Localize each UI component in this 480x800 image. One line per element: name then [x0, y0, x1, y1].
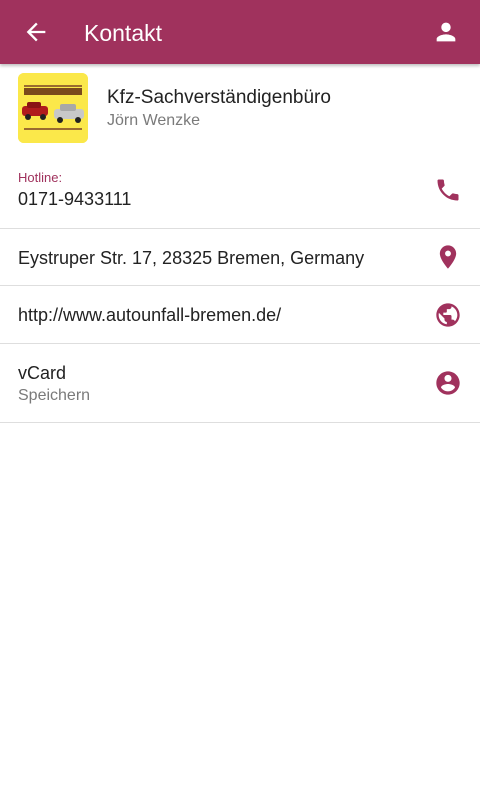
- app-bar: Kontakt: [0, 0, 480, 64]
- account-icon: [436, 22, 456, 42]
- company-name: Kfz-Sachverständigenbüro: [107, 87, 331, 108]
- address-text: Eystruper Str. 17, 28325 Bremen, Germany: [18, 248, 365, 268]
- hotline-number: 0171-9433111: [18, 189, 132, 209]
- website-row[interactable]: http://www.autounfall-bremen.de/: [0, 286, 480, 344]
- vcard-title: vCard: [18, 363, 67, 383]
- phone-icon[interactable]: [434, 176, 462, 204]
- company-logo-graphic: [18, 73, 88, 143]
- globe-icon[interactable]: [434, 301, 462, 329]
- arrow-left-icon: [26, 22, 46, 42]
- address-row[interactable]: Eystruper Str. 17, 28325 Bremen, Germany: [0, 229, 480, 286]
- vcard-row[interactable]: vCard Speichern: [0, 344, 480, 423]
- location-pin-icon[interactable]: [434, 243, 462, 271]
- profile-button[interactable]: [432, 18, 460, 46]
- hotline-row[interactable]: Hotline: 0171-9433111: [0, 152, 480, 229]
- contact-content: Kfz-Sachverständigenbüro Jörn Wenzke Hot…: [0, 64, 480, 423]
- vcard-save-label: Speichern: [18, 387, 91, 404]
- contact-person-name: Jörn Wenzke: [107, 112, 201, 129]
- account-circle-icon[interactable]: [434, 369, 462, 397]
- hotline-label: Hotline:: [18, 170, 63, 185]
- website-link[interactable]: http://www.autounfall-bremen.de/: [18, 304, 281, 326]
- back-button[interactable]: [22, 18, 50, 46]
- contact-header: Kfz-Sachverständigenbüro Jörn Wenzke: [0, 64, 480, 152]
- page-title: Kontakt: [84, 20, 162, 46]
- company-logo: [18, 73, 88, 143]
